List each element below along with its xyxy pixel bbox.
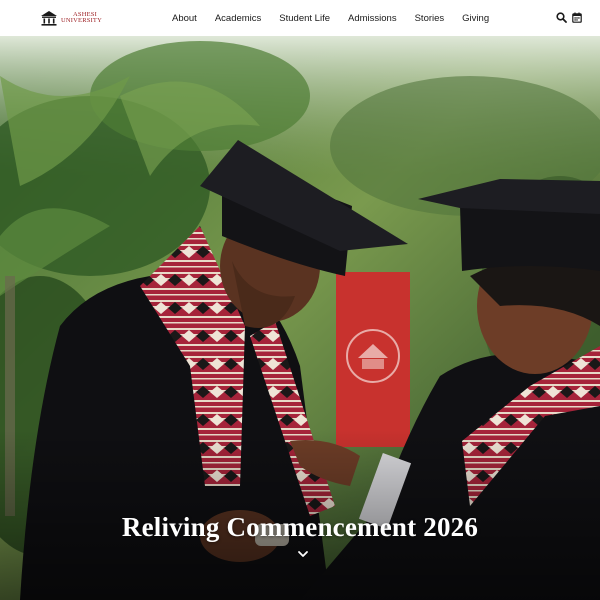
main-nav: About Academics Student Life Admissions … — [172, 0, 489, 36]
nav-giving[interactable]: Giving — [462, 13, 489, 24]
nav-academics[interactable]: Academics — [215, 13, 261, 24]
header-actions — [556, 12, 582, 23]
nav-stories[interactable]: Stories — [415, 13, 445, 24]
nav-about[interactable]: About — [172, 13, 197, 24]
calendar-icon[interactable] — [572, 12, 582, 23]
nav-student-life[interactable]: Student Life — [279, 13, 330, 24]
chevron-down-icon[interactable] — [296, 549, 310, 559]
ashesi-logo-icon — [41, 11, 57, 26]
hero-banner: Reliving Commencement 2026 — [0, 36, 600, 600]
logo-line-2: University — [61, 17, 102, 24]
site-header: Ashesi University About Academics Studen… — [0, 0, 600, 36]
ashesi-logo[interactable]: Ashesi University — [40, 8, 102, 28]
nav-admissions[interactable]: Admissions — [348, 13, 397, 24]
hero-title: Reliving Commencement 2026 — [121, 512, 479, 542]
logo-wordmark: Ashesi University — [61, 11, 102, 24]
search-icon[interactable] — [556, 12, 567, 23]
